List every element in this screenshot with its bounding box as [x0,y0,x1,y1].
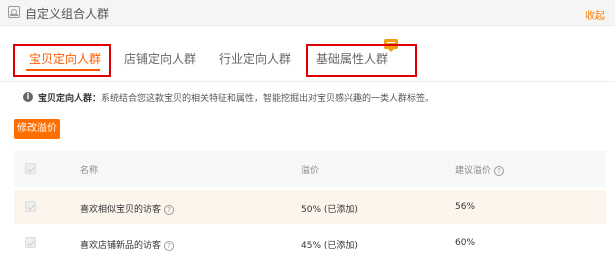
help-icon[interactable]: ? [164,204,175,215]
highlight-box-basic-attributes [306,44,417,77]
section-title: 自定义组合人群 [25,7,110,21]
tab-shop-targeting[interactable]: 店铺定向人群 [124,50,196,67]
info-icon: i [23,92,33,102]
edit-premium-button[interactable]: 修改溢价 [14,119,60,139]
info-label: 宝贝定向人群： [38,94,102,104]
row-name: 喜欢店铺新品的访客? [80,238,175,251]
row-premium: 50% (已添加) [301,205,358,215]
row-name: 喜欢相似宝贝的访客? [80,202,175,215]
tab-industry-targeting[interactable]: 行业定向人群 [219,50,291,67]
column-header-premium: 溢价 [301,166,320,176]
table-row: 喜欢店铺新品的访客? 45% (已添加) 60% [14,226,606,256]
help-icon[interactable]: ? [494,165,505,176]
table-row: 喜欢相似宝贝的访客? 50% (已添加) 56% [14,190,606,224]
column-header-suggested-label: 建议溢价 [455,166,492,176]
collapse-link[interactable]: 收起 [585,7,605,22]
row-premium: 45% (已添加) [301,241,358,251]
section-header: 自定义组合人群 收起 [0,0,615,26]
row-suggested-premium: 60% [455,238,476,248]
info-text: 宝贝定向人群：系统结合您这款宝贝的相关特征和属性，智能挖掘出对宝贝感兴趣的一类人… [38,91,434,104]
row-checkbox[interactable] [25,237,36,248]
help-icon[interactable]: ? [164,240,175,251]
row-name-label: 喜欢相似宝贝的访客 [80,205,162,215]
column-header-name: 名称 [80,166,99,176]
column-header-suggested: 建议溢价? [455,163,505,176]
row-suggested-premium: 56% [455,202,476,212]
row-checkbox[interactable] [25,201,36,212]
select-all-checkbox[interactable] [25,163,36,174]
row-name-label: 喜欢店铺新品的访客 [80,241,162,251]
table-header: 名称 溢价 建议溢价? [14,151,606,187]
image-icon [8,6,20,18]
info-banner: i 宝贝定向人群：系统结合您这款宝贝的相关特征和属性，智能挖掘出对宝贝感兴趣的一… [10,88,606,106]
highlight-box-item-targeting [13,44,111,77]
info-description: 系统结合您这款宝贝的相关特征和属性，智能挖掘出对宝贝感兴趣的一类人群标签。 [101,94,435,104]
